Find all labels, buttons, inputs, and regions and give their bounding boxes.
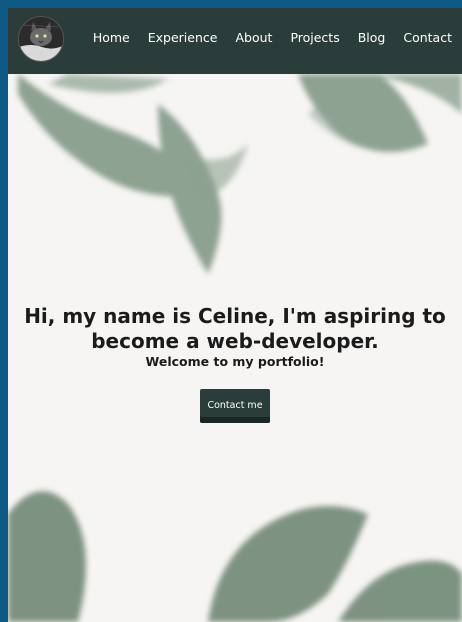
hero-subtitle: Welcome to my portfolio! <box>145 354 325 369</box>
nav-projects[interactable]: Projects <box>290 30 339 45</box>
nav-links: Home Experience About Projects Blog Cont… <box>93 8 452 66</box>
page-frame: Home Experience About Projects Blog Cont… <box>8 8 462 622</box>
hero-content: Hi, my name is Celine, I'm aspiring to b… <box>8 304 462 423</box>
avatar[interactable] <box>18 16 64 62</box>
navbar: Home Experience About Projects Blog Cont… <box>8 8 462 74</box>
nav-home[interactable]: Home <box>93 30 130 45</box>
contact-me-button[interactable]: Contact me <box>200 389 270 423</box>
nav-about[interactable]: About <box>235 30 272 45</box>
hero-section: Hi, my name is Celine, I'm aspiring to b… <box>8 74 462 622</box>
nav-contact[interactable]: Contact <box>403 30 452 45</box>
nav-blog[interactable]: Blog <box>358 30 386 45</box>
hero-title: Hi, my name is Celine, I'm aspiring to b… <box>24 304 446 353</box>
nav-experience[interactable]: Experience <box>148 30 218 45</box>
cat-avatar-icon <box>19 17 63 61</box>
